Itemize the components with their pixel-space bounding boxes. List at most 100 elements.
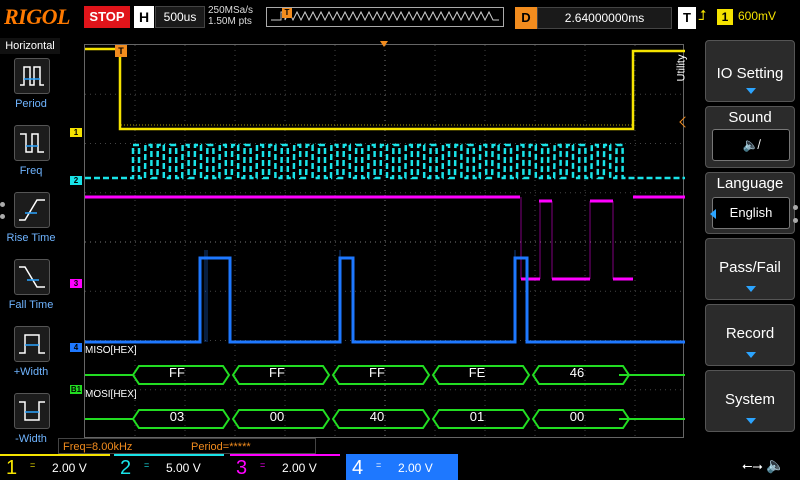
miso-byte: FF bbox=[169, 365, 185, 380]
channel-2-number: 2 bbox=[120, 457, 132, 479]
measure-rise-time-button[interactable]: Rise Time bbox=[4, 192, 58, 256]
mosi-byte: 01 bbox=[469, 409, 485, 424]
submenu-arrow-icon bbox=[746, 352, 756, 358]
language-button[interactable]: Language English bbox=[705, 172, 795, 234]
sample-rate: 250MSa/s bbox=[208, 5, 254, 16]
channel-1-scale: 2.00 V bbox=[52, 461, 87, 475]
usb-icon: ⭠⭢ bbox=[742, 458, 763, 473]
speaker-muted-icon: 🔈 bbox=[766, 457, 785, 474]
pass-fail-button[interactable]: Pass/Fail bbox=[705, 238, 795, 300]
measure-rise-time-label: Rise Time bbox=[6, 232, 56, 244]
measure-freq-label: Freq bbox=[19, 165, 43, 177]
system-label: System bbox=[724, 391, 775, 408]
menu-knob-dot bbox=[0, 214, 5, 219]
negative-width-icon bbox=[14, 393, 50, 429]
channel-1-number: 1 bbox=[6, 457, 18, 479]
measure-positive-width-label: +Width bbox=[13, 366, 49, 378]
top-status-bar: RIGOL STOP H 500us 250MSa/s 1.50M pts T … bbox=[0, 0, 800, 36]
io-setting-button[interactable]: IO Setting bbox=[705, 40, 795, 102]
pass-fail-label: Pass/Fail bbox=[719, 259, 781, 276]
speaker-muted-icon: 🔈̸ bbox=[712, 129, 790, 161]
record-button[interactable]: Record bbox=[705, 304, 795, 366]
system-button[interactable]: System bbox=[705, 370, 795, 432]
dc-coupling-icon: = bbox=[144, 460, 150, 470]
submenu-arrow-icon bbox=[746, 286, 756, 292]
miso-byte: FF bbox=[269, 365, 285, 380]
menu-knob-dot bbox=[793, 218, 798, 223]
measure-fall-time-button[interactable]: Fall Time bbox=[4, 259, 58, 323]
utility-label: Utility bbox=[675, 54, 688, 82]
brand-logo: RIGOL bbox=[4, 4, 70, 29]
horizontal-label: H bbox=[134, 6, 154, 28]
channel-3-number: 3 bbox=[236, 457, 248, 479]
channel-4-scale: 2.00 V bbox=[398, 461, 433, 475]
channel-3-scale: 2.00 V bbox=[282, 461, 317, 475]
sound-button[interactable]: Sound 🔈̸ bbox=[705, 106, 795, 168]
channel-2-marker[interactable]: 2 bbox=[70, 176, 82, 185]
channel-2-status[interactable]: 2 = 5.00 V bbox=[114, 454, 224, 480]
miso-byte: FF bbox=[369, 365, 385, 380]
channel-status-bar: 1 = 2.00 V 2 = 5.00 V 3 = 2.00 V 4 = 2.0… bbox=[0, 454, 800, 480]
left-arrow-icon bbox=[710, 209, 716, 219]
dc-coupling-icon: = bbox=[376, 460, 382, 470]
trigger-level-value[interactable]: 600mV bbox=[738, 9, 776, 23]
mosi-byte: 40 bbox=[369, 409, 385, 424]
submenu-arrow-icon bbox=[746, 418, 756, 424]
measure-positive-width-button[interactable]: +Width bbox=[4, 326, 58, 390]
channel-3-marker[interactable]: 3 bbox=[70, 279, 82, 288]
submenu-arrow-icon bbox=[746, 88, 756, 94]
language-value: English bbox=[712, 197, 790, 229]
period-measure-icon bbox=[14, 58, 50, 94]
delay-label: D bbox=[515, 7, 537, 29]
measure-freq-button[interactable]: Freq bbox=[4, 125, 58, 189]
timebase-value[interactable]: 500us bbox=[155, 6, 205, 28]
menu-title: Horizontal bbox=[0, 38, 60, 54]
menu-knob-dot bbox=[793, 205, 798, 210]
measure-fall-time-label: Fall Time bbox=[8, 299, 54, 311]
run-stop-indicator[interactable]: STOP bbox=[84, 6, 130, 28]
bus-1-marker[interactable]: B1 bbox=[70, 385, 82, 394]
record-label: Record bbox=[725, 325, 775, 342]
channel-4-status[interactable]: 4 = 2.00 V bbox=[346, 454, 458, 480]
dc-coupling-icon: = bbox=[30, 460, 36, 470]
positive-width-icon bbox=[14, 326, 50, 362]
period-measurement: Period=***** bbox=[191, 441, 251, 453]
measure-negative-width-label: -Width bbox=[15, 433, 47, 445]
channel-4-marker[interactable]: 4 bbox=[70, 343, 82, 352]
miso-byte: FE bbox=[468, 365, 486, 380]
memory-overview-bar bbox=[266, 7, 504, 27]
channel-4-number: 4 bbox=[352, 457, 364, 479]
trigger-position-marker: T bbox=[282, 8, 292, 18]
mosi-bus-label: MOSI[HEX] bbox=[85, 389, 137, 400]
memory-overview-waveform bbox=[271, 10, 499, 22]
acquisition-info: 250MSa/s 1.50M pts bbox=[208, 5, 253, 27]
channel-1-marker[interactable]: 1 bbox=[70, 128, 82, 137]
trigger-source-channel[interactable]: 1 bbox=[717, 9, 733, 25]
trigger-time-marker[interactable]: T bbox=[115, 45, 127, 57]
dc-coupling-icon: = bbox=[260, 460, 266, 470]
channel-1-status[interactable]: 1 = 2.00 V bbox=[0, 454, 110, 480]
trigger-label: T bbox=[678, 7, 696, 29]
center-time-marker bbox=[380, 41, 388, 47]
sound-label: Sound bbox=[728, 109, 772, 126]
channel-3-trace bbox=[85, 195, 685, 281]
measure-period-button[interactable]: Period bbox=[4, 58, 58, 122]
utility-menu-title: Utility bbox=[675, 40, 704, 102]
language-label: Language bbox=[716, 175, 784, 192]
rise-time-icon bbox=[14, 192, 50, 228]
miso-byte: 46 bbox=[569, 365, 585, 380]
memory-depth: 1.50M pts bbox=[208, 16, 252, 27]
mosi-byte: 00 bbox=[569, 409, 585, 424]
left-measure-menu: Horizontal Period Freq Rise Time Fall Ti… bbox=[0, 36, 62, 454]
horizontal-delay-value[interactable]: 2.64000000ms bbox=[537, 7, 672, 29]
channel-3-status[interactable]: 3 = 2.00 V bbox=[230, 454, 340, 480]
channel-2-trace bbox=[85, 143, 685, 180]
menu-knob-dot bbox=[0, 202, 5, 207]
freq-measurement: Freq=8.00kHz bbox=[63, 441, 133, 453]
fall-time-icon bbox=[14, 259, 50, 295]
mosi-byte: 00 bbox=[269, 409, 285, 424]
measure-negative-width-button[interactable]: -Width bbox=[4, 393, 58, 457]
frequency-measure-icon bbox=[14, 125, 50, 161]
rising-edge-icon: ⮥ bbox=[698, 7, 707, 23]
measure-period-label: Period bbox=[15, 98, 47, 110]
